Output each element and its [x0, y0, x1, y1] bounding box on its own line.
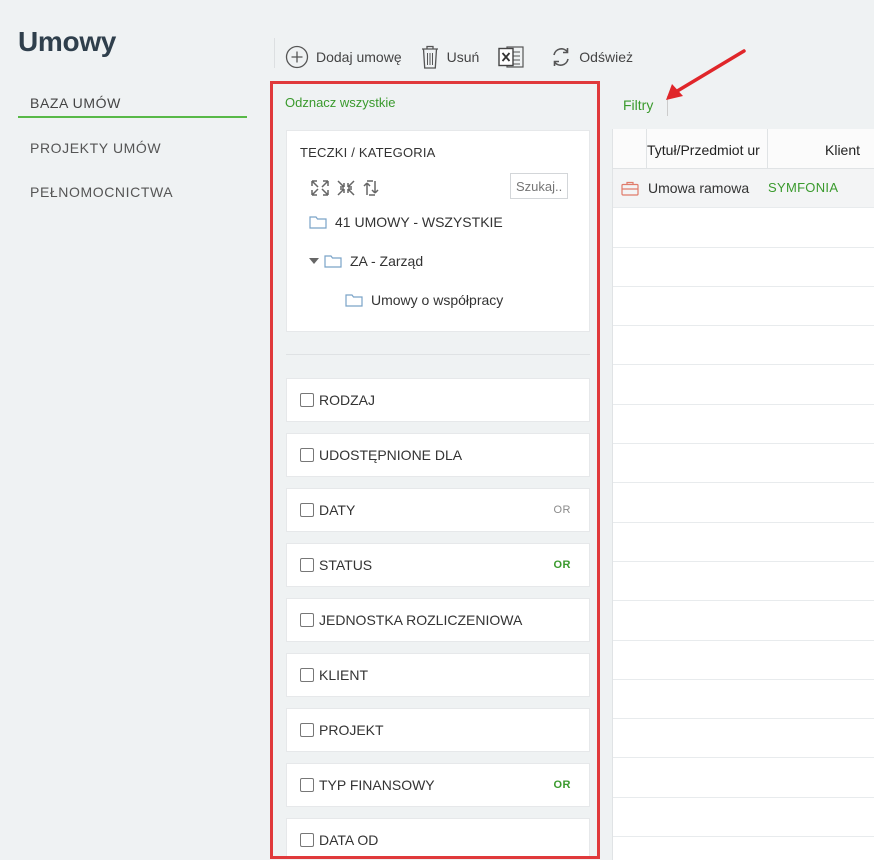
checkbox[interactable] [300, 723, 314, 737]
filter-projekt[interactable]: PROJEKT [286, 708, 590, 752]
folder-icon [345, 294, 363, 307]
excel-icon [498, 46, 524, 68]
or-toggle[interactable]: OR [554, 779, 572, 791]
tree-node-zarzad[interactable]: ZA - Zarząd [309, 253, 423, 269]
grid-header: Tytuł/Przedmiot ur Klient [613, 129, 874, 169]
add-contract-label: Dodaj umowę [316, 49, 402, 65]
trash-icon [421, 45, 438, 69]
toolbar: Dodaj umowę Usuń Odśwież [285, 42, 651, 72]
delete-label: Usuń [446, 49, 480, 65]
table-row [613, 837, 874, 860]
filter-label: KLIENT [319, 667, 369, 683]
nav-item-projekty-umow[interactable]: PROJEKTY UMÓW [18, 130, 247, 174]
folder-icon [309, 216, 327, 229]
filter-panel: Odznacz wszystkie TECZKI / KATEGORIA 41 … [270, 81, 600, 859]
delete-button[interactable]: Usuń [420, 42, 480, 72]
filter-label: STATUS [319, 557, 373, 573]
sync-tree-icon[interactable] [361, 178, 381, 198]
red-arrow-annotation [666, 49, 746, 100]
filter-daty[interactable]: DATY OR [286, 488, 590, 532]
checkbox[interactable] [300, 448, 314, 462]
filter-udostepnione[interactable]: UDOSTĘPNIONE DLA [286, 433, 590, 477]
or-toggle[interactable]: OR [554, 559, 572, 571]
checkbox[interactable] [300, 668, 314, 682]
filter-label: RODZAJ [319, 392, 375, 408]
table-row [613, 287, 874, 327]
table-row [613, 758, 874, 798]
tree-tools [309, 178, 381, 198]
expand-all-icon[interactable] [309, 178, 331, 198]
table-row [613, 641, 874, 680]
filter-rodzaj[interactable]: RODZAJ [286, 378, 590, 422]
refresh-button[interactable]: Odśwież [550, 42, 633, 72]
table-row [613, 208, 874, 248]
table-row [613, 326, 874, 366]
nav-item-baza-umow[interactable]: BAZA UMÓW [18, 86, 247, 118]
table-row [613, 365, 874, 405]
table-row [613, 680, 874, 720]
cell-title: Umowa ramowa [648, 180, 750, 196]
filter-data-od[interactable]: DATA OD [286, 818, 590, 856]
table-row [613, 798, 874, 838]
plus-circle-icon [285, 45, 309, 69]
filters-toggle-link[interactable]: Filtry [623, 97, 653, 113]
tree-search-input[interactable] [510, 173, 568, 199]
filter-label: JEDNOSTKA ROZLICZENIOWA [319, 612, 523, 628]
filter-label: UDOSTĘPNIONE DLA [319, 447, 463, 463]
checkbox[interactable] [300, 393, 314, 407]
deselect-all-link[interactable]: Odznacz wszystkie [285, 95, 396, 110]
column-divider[interactable] [767, 129, 768, 169]
briefcase-icon [621, 181, 639, 196]
or-toggle[interactable]: OR [554, 504, 572, 516]
checkbox[interactable] [300, 558, 314, 572]
add-contract-button[interactable]: Dodaj umowę [285, 42, 402, 72]
column-header-title[interactable]: Tytuł/Przedmiot ur [647, 142, 760, 158]
checkbox[interactable] [300, 613, 314, 627]
folder-icon [324, 255, 342, 268]
filter-typ-finansowy[interactable]: TYP FINANSOWY OR [286, 763, 590, 807]
filter-status[interactable]: STATUS OR [286, 543, 590, 587]
tree-node-all[interactable]: 41 UMOWY - WSZYSTKIE [309, 214, 503, 230]
tree-node-label: Umowy o współpracy [371, 292, 504, 308]
panel-divider [286, 354, 590, 355]
filter-label: DATY [319, 502, 356, 518]
nav-item-pelnomocnictwa[interactable]: PEŁNOMOCNICTWA [18, 174, 247, 218]
sidebar-nav: BAZA UMÓW PROJEKTY UMÓW PEŁNOMOCNICTWA [18, 86, 247, 218]
table-row [613, 405, 874, 445]
toolbar-divider [274, 38, 275, 68]
column-header-client[interactable]: Klient [825, 142, 860, 158]
tree-title: TECZKI / KATEGORIA [300, 145, 436, 160]
table-row [613, 248, 874, 287]
checkbox[interactable] [300, 778, 314, 792]
table-row [613, 523, 874, 562]
table-row [613, 601, 874, 641]
category-tree-card: TECZKI / KATEGORIA 41 UMOWY - WSZYSTKIE [286, 130, 590, 332]
filter-label: DATA OD [319, 832, 379, 848]
table-row [613, 562, 874, 602]
refresh-icon [553, 48, 570, 66]
checkbox[interactable] [300, 833, 314, 847]
table-row[interactable]: Umowa ramowa SYMFONIA [613, 169, 874, 209]
filter-jednostka[interactable]: JEDNOSTKA ROZLICZENIOWA [286, 598, 590, 642]
caret-down-icon[interactable] [309, 258, 319, 264]
table-row [613, 444, 874, 484]
tree-node-label: ZA - Zarząd [350, 253, 424, 269]
checkbox[interactable] [300, 503, 314, 517]
contracts-grid: Tytuł/Przedmiot ur Klient Umowa ramowa S… [612, 129, 874, 860]
export-excel-button[interactable] [497, 42, 532, 72]
tree-node-label: 41 UMOWY - WSZYSTKIE [335, 214, 503, 230]
page-title: Umowy [18, 26, 117, 57]
cell-client[interactable]: SYMFONIA [768, 180, 838, 195]
collapse-all-icon[interactable] [335, 178, 357, 198]
filter-label: PROJEKT [319, 722, 384, 738]
tree-node-wspolpraca[interactable]: Umowy o współpracy [345, 292, 503, 308]
filter-label: TYP FINANSOWY [319, 777, 435, 793]
refresh-label: Odśwież [579, 49, 633, 65]
table-row [613, 483, 874, 523]
table-row [613, 719, 874, 759]
filter-klient[interactable]: KLIENT [286, 653, 590, 697]
